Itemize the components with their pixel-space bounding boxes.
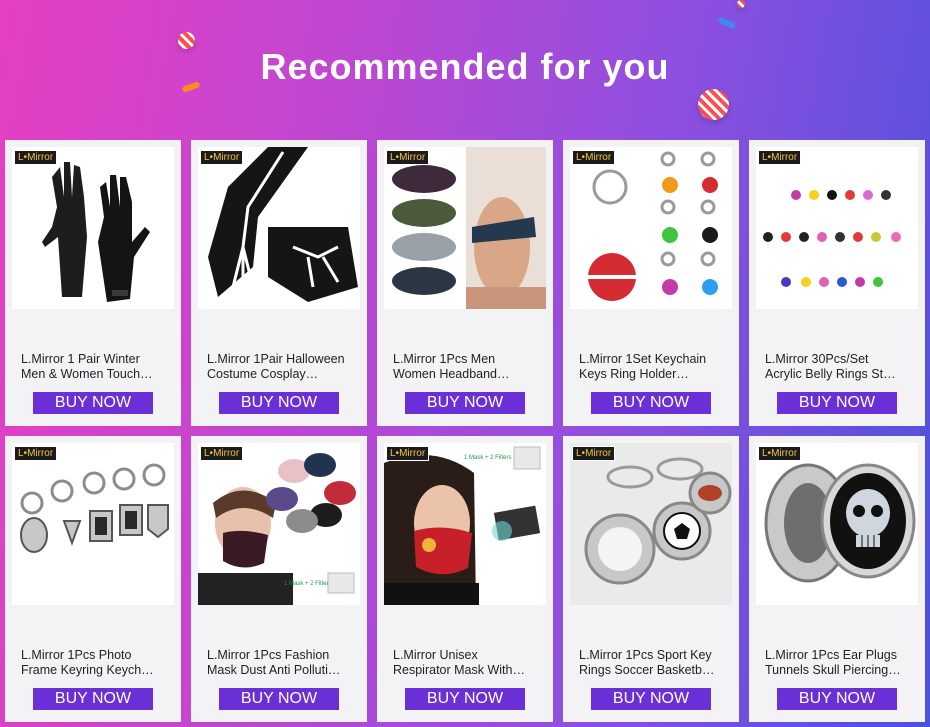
decor-streamer bbox=[717, 16, 737, 30]
headbands-image[interactable]: L•Mirror bbox=[384, 147, 546, 309]
brand-badge: L•Mirror bbox=[758, 446, 802, 461]
product-name[interactable]: L.Mirror 30Pcs/Set Acrylic Belly Rings S… bbox=[765, 352, 911, 382]
product-name[interactable]: L.Mirror 1Pcs Fashion Mask Dust Anti Pol… bbox=[207, 648, 353, 678]
buy-now-button[interactable]: BUY NOW bbox=[777, 392, 897, 414]
buy-now-button[interactable]: BUY NOW bbox=[591, 392, 711, 414]
product-card[interactable]: L•Mirror L.Mirror 1Pcs Sport Key Rings S… bbox=[563, 436, 739, 722]
buy-now-button[interactable]: BUY NOW bbox=[33, 688, 153, 710]
mask-filters-label: 1 Mask + 2 Filters bbox=[284, 581, 332, 587]
buy-now-button[interactable]: BUY NOW bbox=[219, 688, 339, 710]
brand-badge: L•Mirror bbox=[386, 150, 430, 165]
keychain-set-image[interactable]: L•Mirror bbox=[570, 147, 732, 309]
product-card[interactable]: L•Mirror L.Mirror 1Pcs Ear Plugs Tunnels… bbox=[749, 436, 925, 722]
product-name[interactable]: L.Mirror 1Pcs Sport Key Rings Soccer Bas… bbox=[579, 648, 725, 678]
respirator-mask-image[interactable]: L•Mirror 1 Mask + 2 Filters bbox=[384, 443, 546, 605]
product-name[interactable]: L.Mirror 1Set Keychain Keys Ring Holder… bbox=[579, 352, 725, 382]
product-grid: L•Mirror L.Mirror 1 Pair Winter Men & Wo… bbox=[5, 140, 925, 722]
decor-ball bbox=[698, 89, 729, 120]
mask-filters-label: 1 Mask + 2 Filters bbox=[464, 455, 512, 461]
decor-ball bbox=[737, 0, 745, 8]
brand-badge: L•Mirror bbox=[572, 150, 616, 165]
winter-gloves-image[interactable]: L•Mirror bbox=[12, 147, 174, 309]
product-name[interactable]: L.Mirror 1Pair Halloween Costume Cosplay… bbox=[207, 352, 353, 382]
buy-now-button[interactable]: BUY NOW bbox=[405, 688, 525, 710]
product-card[interactable]: L•Mirror L.Mirror 1 Pair Winter Men & Wo… bbox=[5, 140, 181, 426]
skull-ear-plugs-image[interactable]: L•Mirror bbox=[756, 443, 918, 605]
product-card[interactable]: L•Mirror L.Mirror 1Pair Halloween Costum… bbox=[191, 140, 367, 426]
product-card[interactable]: L•Mirror L.Mirror 30Pcs/Set Acrylic Bell… bbox=[749, 140, 925, 426]
product-name[interactable]: L.Mirror 1 Pair Winter Men & Women Touch… bbox=[21, 352, 167, 382]
product-name[interactable]: L.Mirror 1Pcs Ear Plugs Tunnels Skull Pi… bbox=[765, 648, 911, 678]
product-card[interactable]: L•Mirror 1 Mask + 2 Filters L.Mirror 1Pc… bbox=[191, 436, 367, 722]
brand-badge: L•Mirror bbox=[758, 150, 802, 165]
brand-badge: L•Mirror bbox=[386, 446, 430, 461]
product-name[interactable]: L.Mirror Unisex Respirator Mask With… bbox=[393, 648, 539, 678]
brand-badge: L•Mirror bbox=[200, 150, 244, 165]
product-name[interactable]: L.Mirror 1Pcs Photo Frame Keyring Keych… bbox=[21, 648, 167, 678]
product-card[interactable]: L•Mirror 1 Mask + 2 Filters L.Mirror Uni… bbox=[377, 436, 553, 722]
buy-now-button[interactable]: BUY NOW bbox=[777, 688, 897, 710]
product-card[interactable]: L•Mirror L.Mirror 1Pcs Photo Frame Keyri… bbox=[5, 436, 181, 722]
brand-badge: L•Mirror bbox=[14, 446, 58, 461]
product-name[interactable]: L.Mirror 1Pcs Men Women Headband… bbox=[393, 352, 539, 382]
product-card[interactable]: L•Mirror L.Mirror 1Set Keychain Keys Rin… bbox=[563, 140, 739, 426]
buy-now-button[interactable]: BUY NOW bbox=[33, 392, 153, 414]
buy-now-button[interactable]: BUY NOW bbox=[405, 392, 525, 414]
brand-badge: L•Mirror bbox=[14, 150, 58, 165]
photo-keyrings-image[interactable]: L•Mirror bbox=[12, 443, 174, 605]
buy-now-button[interactable]: BUY NOW bbox=[591, 688, 711, 710]
brand-badge: L•Mirror bbox=[572, 446, 616, 461]
product-card[interactable]: L•Mirror L.Mirror 1Pcs Men Women Headban… bbox=[377, 140, 553, 426]
buy-now-button[interactable]: BUY NOW bbox=[219, 392, 339, 414]
sport-keyrings-image[interactable]: L•Mirror bbox=[570, 443, 732, 605]
skeleton-gloves-image[interactable]: L•Mirror bbox=[198, 147, 360, 309]
brand-badge: L•Mirror bbox=[200, 446, 244, 461]
page-title: Recommended for you bbox=[260, 46, 670, 87]
fashion-mask-image[interactable]: L•Mirror 1 Mask + 2 Filters bbox=[198, 443, 360, 605]
belly-rings-image[interactable]: L•Mirror bbox=[756, 147, 918, 309]
